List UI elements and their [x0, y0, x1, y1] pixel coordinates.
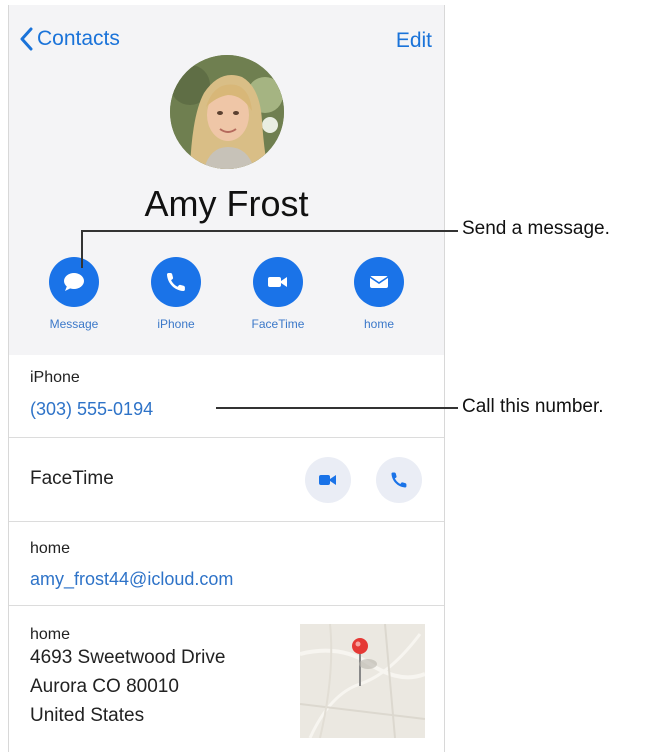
email-link[interactable]: amy_frost44@icloud.com	[30, 569, 233, 590]
action-bar: Message iPhone FaceTime home	[9, 257, 444, 337]
facetime-video-button[interactable]	[305, 457, 351, 503]
phone-number-link[interactable]: (303) 555-0194	[30, 399, 153, 420]
phone-row: iPhone (303) 555-0194	[9, 355, 444, 437]
call-action-label: iPhone	[157, 317, 195, 331]
phone-icon	[166, 273, 185, 292]
avatar	[170, 55, 284, 169]
call-callout-line	[216, 407, 458, 409]
mail-action-button[interactable]: home	[334, 257, 424, 331]
contact-name: Amy Frost	[144, 183, 309, 224]
facetime-action-label: FaceTime	[251, 317, 305, 331]
message-callout-line-vertical	[81, 230, 83, 268]
message-action-button[interactable]: Message	[29, 257, 119, 331]
message-callout-text: Send a message.	[462, 218, 610, 239]
video-icon	[319, 475, 336, 485]
facetime-title: FaceTime	[30, 468, 114, 489]
message-callout-line-horizontal	[81, 230, 458, 232]
address-line-street: 4693 Sweetwood Drive	[30, 647, 226, 668]
email-row: home amy_frost44@icloud.com	[9, 521, 444, 606]
address-line-city: Aurora CO 80010	[30, 676, 179, 697]
address-label: home	[30, 626, 71, 643]
message-icon	[64, 273, 84, 291]
call-action-button[interactable]: iPhone	[131, 257, 221, 331]
map-thumbnail[interactable]	[300, 624, 425, 738]
address-line-country: United States	[30, 705, 145, 726]
call-callout-text: Call this number.	[462, 396, 604, 417]
address-text[interactable]: 4693 Sweetwood Drive Aurora CO 80010 Uni…	[30, 643, 225, 730]
back-button[interactable]: Contacts	[19, 27, 120, 51]
video-icon	[268, 277, 287, 287]
mail-icon	[369, 276, 389, 288]
back-label: Contacts	[37, 27, 120, 50]
edit-button[interactable]: Edit	[396, 29, 432, 53]
message-action-label: Message	[49, 317, 99, 331]
email-label: home	[30, 540, 71, 557]
avatar-photo	[170, 55, 284, 169]
contact-card: Contacts Edit Amy Frost Message iPhone F…	[8, 5, 445, 752]
mail-action-label: home	[363, 317, 395, 331]
facetime-row: FaceTime	[9, 437, 444, 522]
phone-label: iPhone	[30, 369, 80, 386]
map-image	[300, 624, 425, 738]
phone-icon	[391, 472, 407, 488]
facetime-audio-button[interactable]	[376, 457, 422, 503]
address-row: home 4693 Sweetwood Drive Aurora CO 8001…	[9, 605, 444, 752]
contact-header: Contacts Edit Amy Frost Message iPhone F…	[9, 5, 444, 355]
chevron-left-icon	[20, 27, 33, 51]
facetime-action-button[interactable]: FaceTime	[233, 257, 323, 331]
